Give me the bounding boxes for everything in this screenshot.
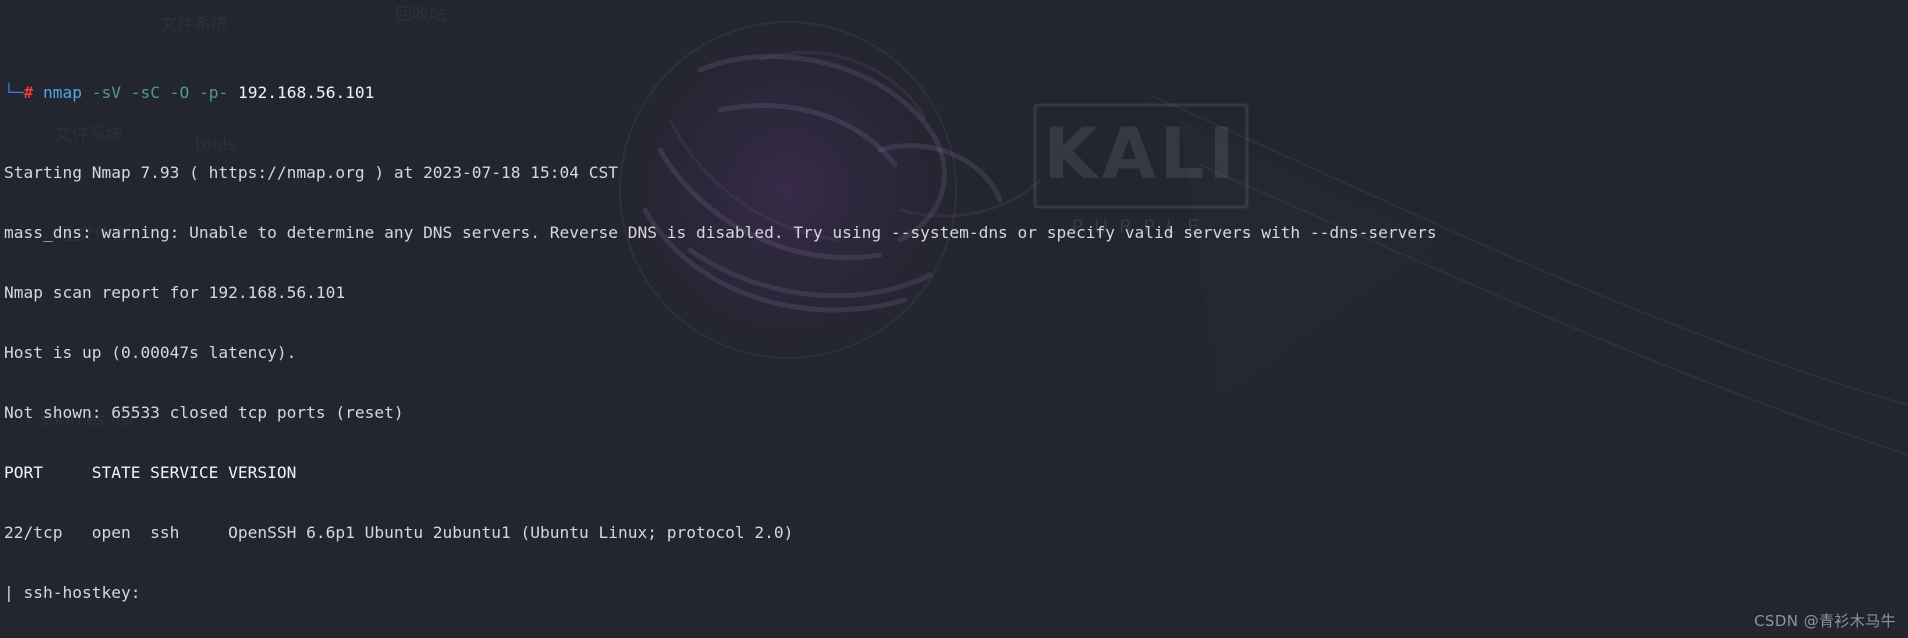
terminal-output: └─# nmap -sV -sC -O -p- 192.168.56.101 S… — [0, 0, 1908, 638]
output-line-starting-nmap: Starting Nmap 7.93 ( https://nmap.org ) … — [4, 163, 618, 182]
command-flag-sc: -sC — [130, 83, 160, 102]
output-line-host-is-up: Host is up (0.00047s latency). — [4, 343, 297, 362]
terminal-window[interactable]: KALI PURPLE 主文件夹 文件系统 文件系统 回收站 sources.l… — [0, 0, 1908, 638]
output-line-mass-dns-warning: mass_dns: warning: Unable to determine a… — [4, 223, 1437, 242]
output-line-not-shown: Not shown: 65533 closed tcp ports (reset… — [4, 403, 404, 422]
csdn-watermark: CSDN @青衫木马牛 — [1754, 612, 1896, 630]
prompt-command-line: └─# nmap -sV -sC -O -p- 192.168.56.101 — [4, 83, 1908, 103]
script-ssh-hostkey-header: | ssh-hostkey: — [4, 583, 141, 602]
command-flag-p: -p- — [198, 83, 229, 102]
prompt-root-symbol: # — [23, 83, 34, 102]
prompt-branch-glyph: └─ — [4, 83, 24, 102]
port-row-22-tcp: 22/tcp open ssh OpenSSH 6.6p1 Ubuntu 2ub… — [4, 523, 794, 542]
output-line-scan-report: Nmap scan report for 192.168.56.101 — [4, 283, 346, 302]
command-flag-o: -O — [169, 83, 190, 102]
command-target-host: 192.168.56.101 — [237, 83, 375, 102]
command-flag-sv: -sV — [91, 83, 121, 102]
port-table-header: PORT STATE SERVICE VERSION — [4, 463, 297, 482]
command-program: nmap — [43, 83, 82, 102]
